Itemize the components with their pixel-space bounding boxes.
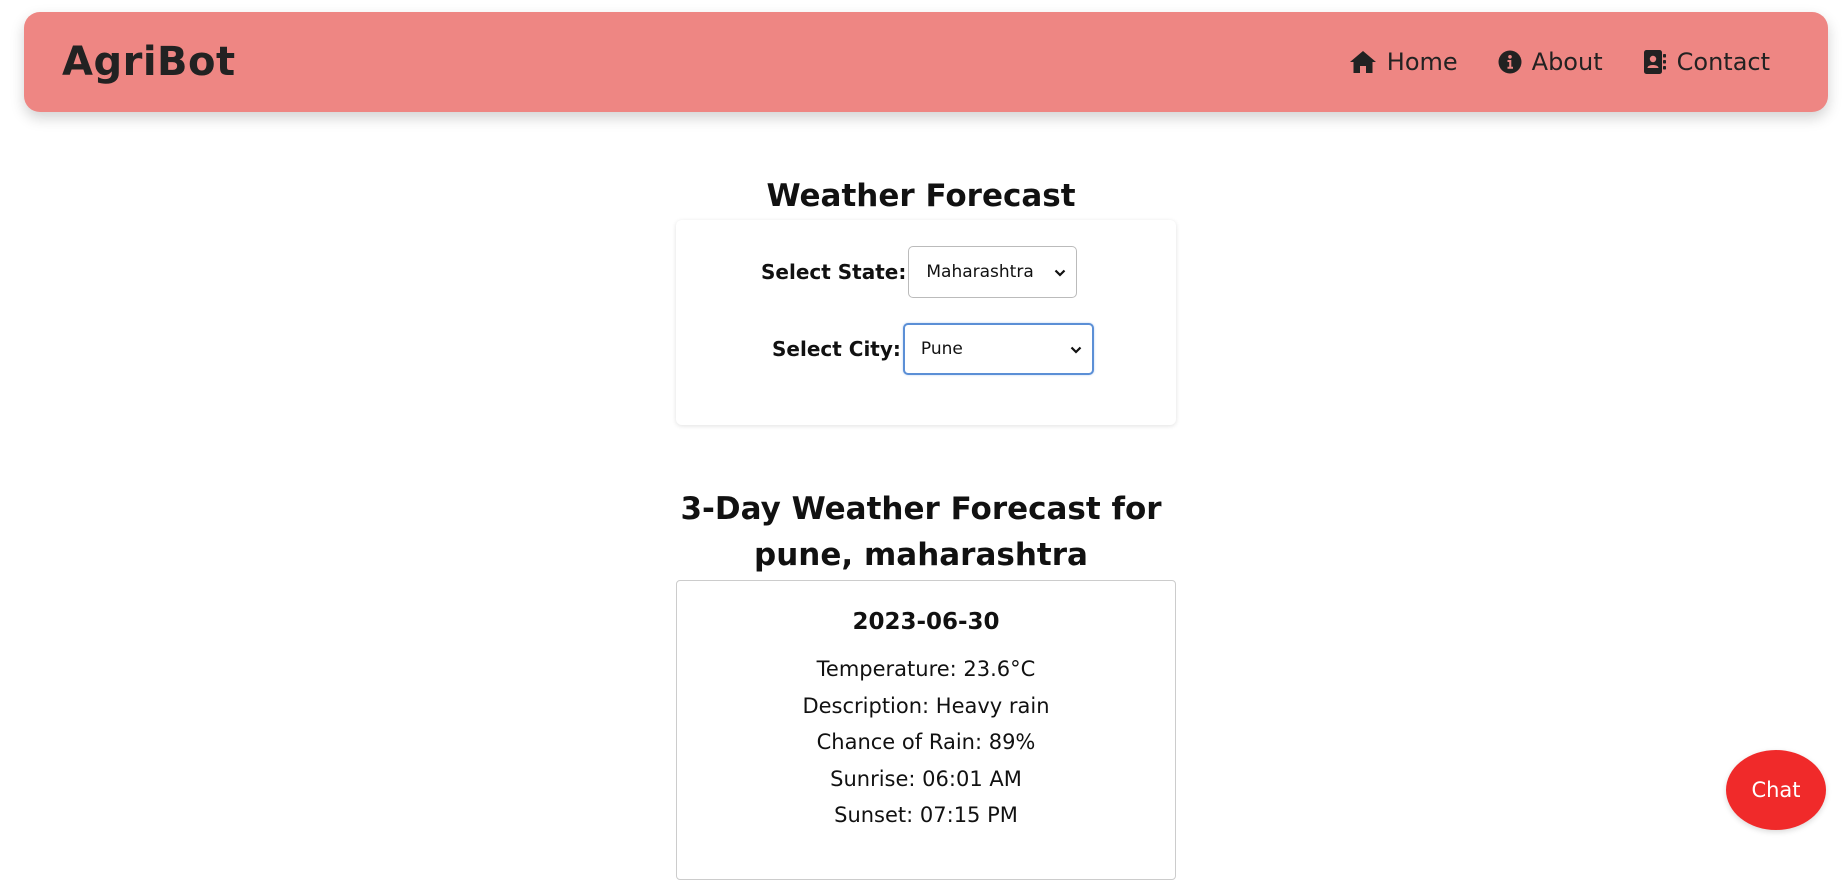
nav-link-contact[interactable]: Contact: [1643, 48, 1770, 76]
chevron-down-icon: [1070, 339, 1082, 359]
nav-link-contact-label: Contact: [1676, 48, 1770, 76]
location-form-card: Select State: Maharashtra Select City: P…: [676, 220, 1176, 425]
city-label: Select City:: [772, 337, 901, 361]
forecast-temperature: Temperature: 23.6°C: [816, 657, 1036, 681]
forecast-title-line2: pune, maharashtra: [754, 537, 1088, 573]
state-label: Select State:: [761, 260, 907, 284]
city-select-value: Pune: [920, 339, 963, 359]
forecast-title-line1: 3-Day Weather Forecast for: [680, 491, 1162, 527]
forecast-day-date: 2023-06-30: [852, 609, 1000, 635]
brand-logo[interactable]: AgriBot: [62, 12, 236, 112]
state-select[interactable]: Maharashtra: [908, 246, 1078, 298]
chevron-down-icon: [1054, 262, 1066, 282]
navbar: AgriBot Home About Contact: [24, 12, 1828, 112]
info-circle-icon: [1498, 50, 1522, 74]
nav-links: Home About Contact: [1349, 12, 1770, 112]
forecast-sunset: Sunset: 07:15 PM: [834, 803, 1018, 827]
forecast-title: 3-Day Weather Forecast for pune, maharas…: [0, 486, 1842, 578]
forecast-sunrise: Sunrise: 06:01 AM: [830, 766, 1022, 791]
nav-link-home[interactable]: Home: [1349, 48, 1458, 76]
page-title: Weather Forecast: [766, 178, 1076, 214]
nav-link-about-label: About: [1531, 48, 1603, 76]
forecast-day-card: 2023-06-30 Temperature: 23.6°C Descripti…: [676, 580, 1176, 880]
state-select-value: Maharashtra: [926, 262, 1034, 282]
nav-link-home-label: Home: [1386, 48, 1458, 76]
home-icon: [1349, 50, 1377, 74]
nav-link-about[interactable]: About: [1498, 48, 1603, 76]
chat-button[interactable]: Chat: [1726, 750, 1826, 830]
state-row: Select State: Maharashtra: [761, 246, 1078, 298]
address-book-icon: [1643, 49, 1667, 75]
city-row: Select City: Pune: [772, 323, 1094, 375]
forecast-day-details: Temperature: 23.6°C Description: Heavy r…: [677, 651, 1175, 834]
city-select[interactable]: Pune: [902, 323, 1094, 375]
forecast-rain-chance: Chance of Rain: 89%: [816, 730, 1036, 754]
forecast-description: Description: Heavy rain: [802, 693, 1050, 718]
